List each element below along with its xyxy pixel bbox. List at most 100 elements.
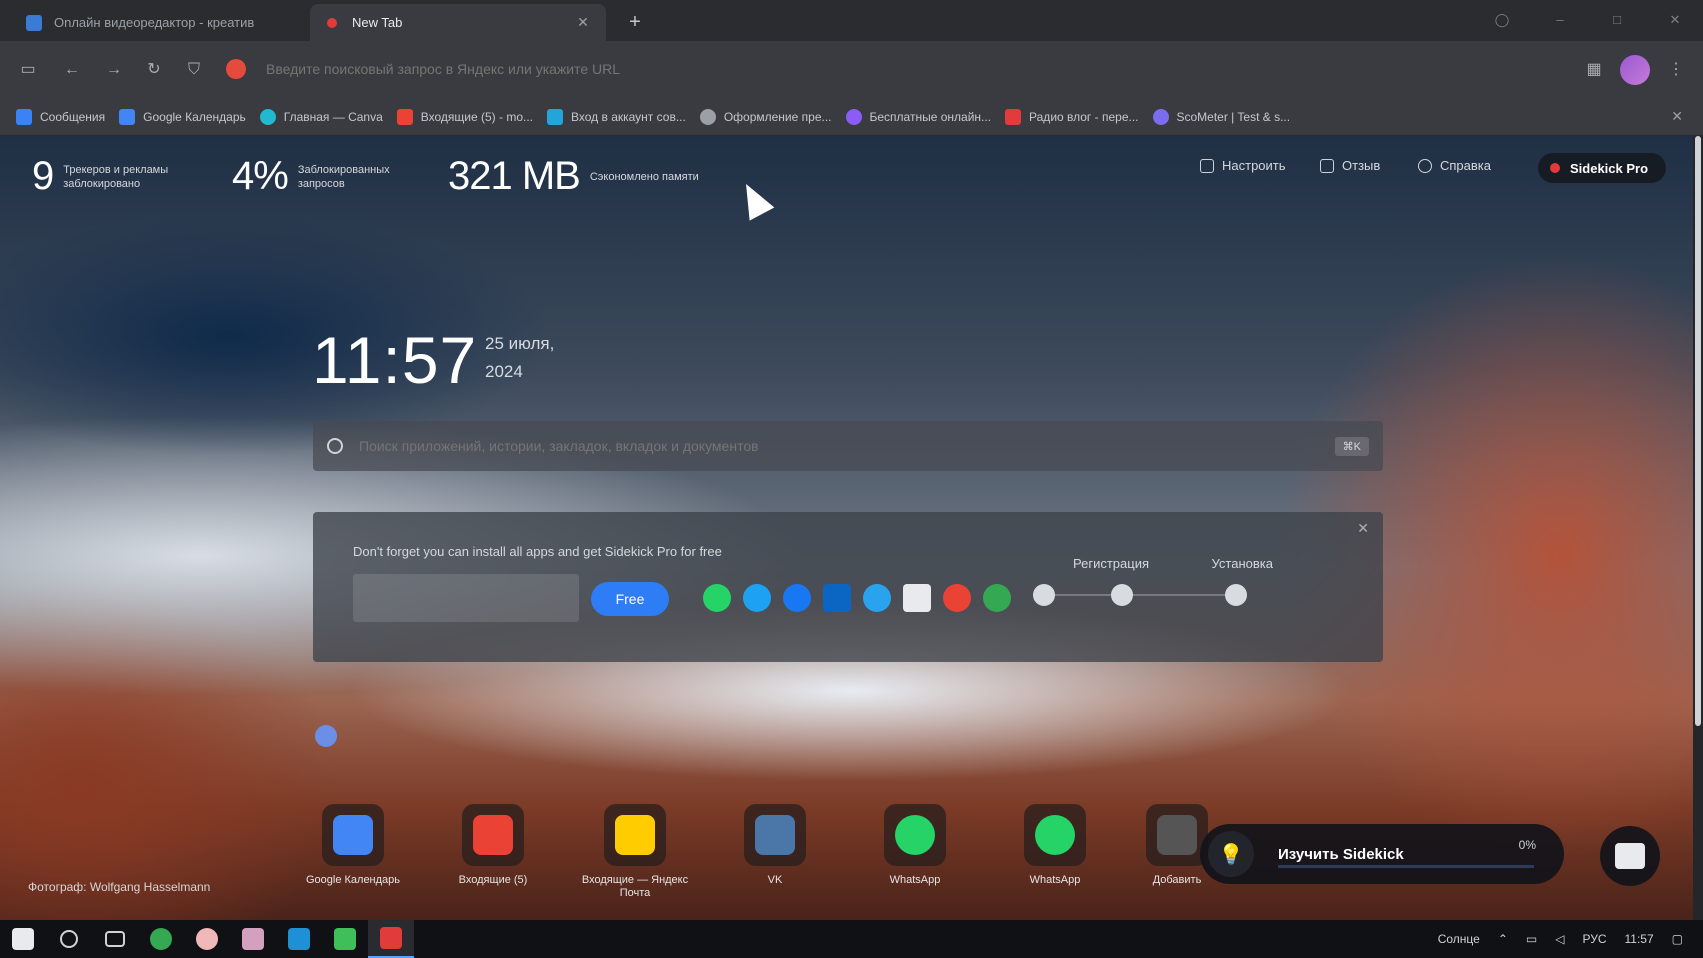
volume-icon[interactable]: ◁ (1555, 932, 1564, 946)
chevron-up-icon[interactable]: ⌃ (1498, 932, 1508, 946)
notifications-icon[interactable]: ▢ (1672, 932, 1683, 946)
taskbar: Солнце ⌃ ▭ ◁ РУС 11:57 ▢ (0, 920, 1703, 958)
tab-video-editor[interactable]: Onлайн видеоредактор - креатив (12, 4, 308, 41)
bookmark-login[interactable]: Вход в аккаунт сов... (547, 108, 686, 125)
reload-icon[interactable]: ↻ (140, 56, 168, 84)
sidekick-progress (1278, 865, 1534, 868)
taskbar-app[interactable] (230, 920, 276, 958)
whatsapp-icon[interactable] (703, 584, 731, 612)
weather-text[interactable]: Солнце (1438, 932, 1480, 946)
tile-vk[interactable]: VK (720, 804, 830, 887)
feedback-button[interactable]: Отзыв (1320, 158, 1380, 173)
chrome-icon[interactable] (983, 584, 1011, 612)
tile-whatsapp[interactable]: WhatsApp (1000, 804, 1110, 887)
address-input[interactable] (266, 61, 1166, 77)
app-icon (242, 928, 264, 950)
steps-track (1033, 594, 1233, 596)
chat-button[interactable] (1600, 826, 1660, 886)
taskbar-app[interactable] (322, 920, 368, 958)
help-icon (1418, 158, 1432, 173)
chat-icon (1615, 843, 1645, 869)
menu-icon[interactable]: ⋮ (1662, 56, 1690, 84)
extensions-icon[interactable]: ▦ (1580, 56, 1608, 84)
new-tab-page: 9 Трекеров и рекламы заблокировано 4% За… (0, 136, 1703, 920)
widget-input[interactable] (353, 574, 579, 622)
close-icon[interactable]: ✕ (1671, 108, 1683, 125)
bookmark-free-online[interactable]: Бесплатные онлайн... (845, 108, 991, 125)
minimize-icon[interactable]: – (1545, 8, 1575, 32)
bookmark-canva[interactable]: Главная — Canva (259, 108, 383, 125)
address-bar[interactable] (226, 52, 1566, 86)
stat-trackers: 9 Трекеров и рекламы заблокировано (32, 154, 169, 198)
search-input[interactable] (359, 438, 1335, 454)
profile-avatar[interactable] (1620, 55, 1650, 85)
extension-icon[interactable] (315, 725, 337, 747)
support-button[interactable]: Справка (1418, 158, 1491, 173)
tray-clock[interactable]: 11:57 (1625, 932, 1654, 946)
app-icon (196, 928, 218, 950)
gmail-icon (473, 815, 513, 855)
taskbar-app[interactable] (184, 920, 230, 958)
sidebar-toggle-icon[interactable]: ▭ (14, 56, 42, 84)
scrollbar[interactable] (1693, 136, 1703, 920)
tile-google-calendar[interactable]: Google Календарь (298, 804, 408, 887)
bookmark-inbox[interactable]: Входящие (5) - mo... (396, 108, 533, 125)
customize-button[interactable]: Настроить (1200, 158, 1286, 173)
tile-yandex-mail[interactable]: Входящие — Яндекс Почта (580, 804, 690, 900)
messenger-icon[interactable] (863, 584, 891, 612)
scrollbar-thumb[interactable] (1695, 136, 1701, 726)
bookmark-google-calendar[interactable]: Google Календарь (119, 108, 246, 125)
tab-new-tab[interactable]: New Tab ✕ (310, 4, 606, 41)
sidekick-onboarding[interactable]: 💡 Изучить Sidekick 0% (1200, 824, 1564, 884)
twitter-icon[interactable] (743, 584, 771, 612)
facebook-icon[interactable] (783, 584, 811, 612)
app-icons-row (703, 584, 1023, 612)
bookmarks-bar: Сообщения Google Календарь Главная — Can… (0, 98, 1703, 136)
language-indicator[interactable]: РУС (1582, 932, 1606, 946)
start-button[interactable] (0, 920, 46, 958)
network-icon[interactable]: ▭ (1526, 932, 1537, 946)
bookmark-icon (1005, 108, 1022, 125)
taskbar-app[interactable] (276, 920, 322, 958)
back-icon[interactable]: ← (58, 56, 86, 84)
tile-inbox[interactable]: Входящие (5) (438, 804, 548, 887)
window-close-icon[interactable]: ✕ (1660, 8, 1690, 32)
close-icon[interactable]: ✕ (1357, 520, 1369, 537)
taskbar-search[interactable] (46, 920, 92, 958)
tile-whatsapp[interactable]: WhatsApp (860, 804, 970, 887)
whatsapp-icon (1035, 815, 1075, 855)
shield-icon[interactable]: ⛉ (180, 56, 208, 84)
pro-icon (1550, 163, 1560, 173)
taskbar-sidekick[interactable] (368, 920, 414, 958)
taskbar-chrome[interactable] (138, 920, 184, 958)
search-box[interactable]: ⌘K (313, 421, 1383, 471)
mail-icon[interactable] (903, 584, 931, 612)
bookmark-design[interactable]: Оформление пре... (699, 108, 832, 125)
bookmark-radio[interactable]: Радио влог - пере... (1005, 108, 1139, 125)
new-tab-button[interactable]: + (622, 9, 648, 35)
search-tabs-icon[interactable]: ◯ (1487, 8, 1517, 32)
maximize-icon[interactable]: □ (1602, 8, 1632, 32)
step-knob (1225, 584, 1247, 606)
sidekick-pro-button[interactable]: Sidekick Pro (1538, 153, 1666, 183)
bookmark-scometer[interactable]: ScoMeter | Test & s... (1152, 108, 1290, 125)
step-knob (1111, 584, 1133, 606)
chrome-icon (150, 928, 172, 950)
bookmark-icon (119, 108, 136, 125)
sidekick-title: Изучить Sidekick (1278, 845, 1404, 863)
title-bar: Onлайн видеоредактор - креатив New Tab ✕… (0, 0, 1703, 41)
task-view[interactable] (92, 920, 138, 958)
system-tray: Солнце ⌃ ▭ ◁ РУС 11:57 ▢ (1420, 920, 1683, 958)
bookmark-icon (1152, 108, 1169, 125)
bookmark-icon (845, 108, 862, 125)
linkedin-icon[interactable] (823, 584, 851, 612)
bookmark-messages[interactable]: Сообщения (16, 108, 105, 125)
forward-icon[interactable]: → (100, 56, 128, 84)
search-icon (327, 438, 343, 454)
settings-icon (1200, 158, 1214, 173)
close-icon[interactable]: ✕ (574, 14, 592, 31)
free-button[interactable]: Free (591, 582, 669, 616)
google-icon[interactable] (943, 584, 971, 612)
tab-title: New Tab (352, 15, 403, 30)
vk-icon (755, 815, 795, 855)
